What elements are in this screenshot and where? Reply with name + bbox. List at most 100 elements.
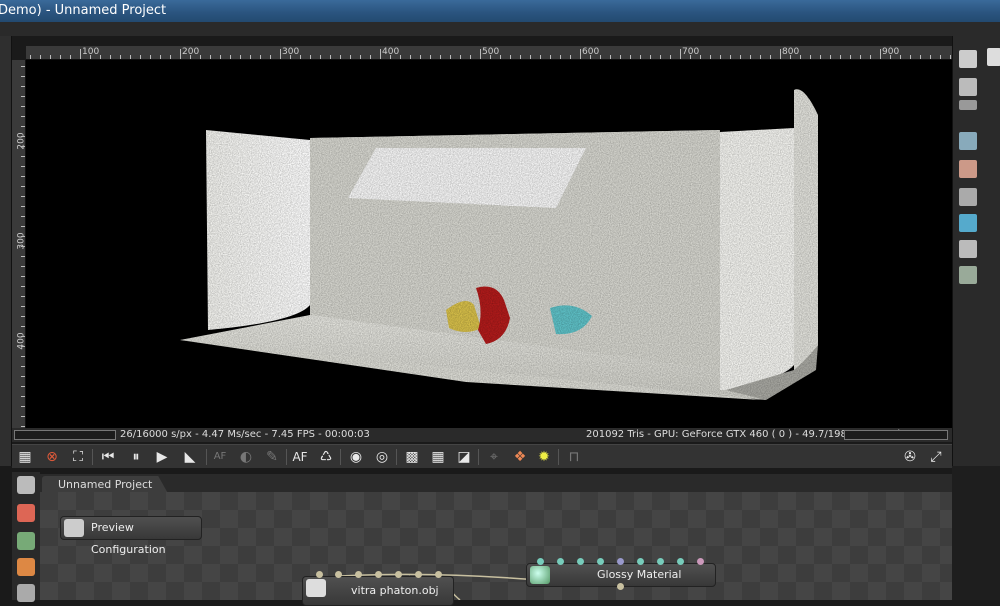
ruler-tick — [760, 55, 761, 59]
input-pin[interactable] — [415, 571, 422, 578]
ruler-tick — [21, 176, 25, 177]
input-pin[interactable] — [617, 558, 624, 565]
ruler-tick — [810, 55, 811, 59]
ruler-tick — [860, 55, 861, 59]
focus-picker-icon[interactable]: ◣ — [180, 447, 200, 467]
ruler-tick — [210, 55, 211, 59]
graph-delete-icon[interactable] — [17, 504, 35, 522]
viewer-icon[interactable] — [987, 48, 1000, 66]
input-pin[interactable] — [316, 571, 323, 578]
ruler-tick — [500, 55, 501, 59]
render-viewport[interactable] — [26, 60, 952, 428]
node-label: Preview Configuration — [91, 521, 166, 556]
ruler-tick — [330, 55, 331, 59]
ruler-tick — [380, 49, 381, 59]
render-mode-checker-icon[interactable]: ▦ — [428, 447, 448, 467]
graph-arrange-icon[interactable] — [17, 476, 35, 494]
autofocus-button[interactable]: AF — [290, 447, 310, 467]
camera-pick-icon[interactable]: ♺ — [316, 447, 336, 467]
settings-wrench-icon[interactable]: ✇ — [900, 447, 920, 467]
ruler-tick — [770, 55, 771, 59]
node-label: vitra phaton.obj — [351, 584, 439, 597]
camera-icon[interactable] — [959, 160, 977, 178]
layers-icon[interactable] — [959, 78, 977, 96]
film-icon[interactable] — [959, 188, 977, 206]
input-pin[interactable] — [375, 571, 382, 578]
input-pin[interactable] — [657, 558, 664, 565]
input-pin[interactable] — [537, 558, 544, 565]
render-settings-icon[interactable] — [959, 50, 977, 68]
save-image-icon[interactable]: ▦ — [15, 447, 35, 467]
ruler-tick — [580, 49, 581, 59]
color-picker-icon[interactable]: ❖ — [510, 447, 530, 467]
ruler-tick — [690, 55, 691, 59]
mountain-icon[interactable] — [959, 240, 977, 258]
ruler-tick — [21, 76, 25, 77]
environment-icon[interactable] — [959, 214, 977, 232]
output-pin[interactable] — [617, 583, 624, 590]
graph-import-icon[interactable] — [17, 558, 35, 576]
material-picker-icon[interactable]: ✎ — [262, 447, 282, 467]
input-pin[interactable] — [597, 558, 604, 565]
window-title: Demo) - Unnamed Project — [0, 3, 167, 18]
mesh-object-node[interactable]: vitra phaton.obj — [302, 576, 454, 606]
pause-render-icon[interactable]: ⏸ — [126, 447, 146, 467]
clear-render-icon[interactable]: ⊗ — [42, 447, 62, 467]
preview-configuration-node[interactable]: Preview Configuration — [60, 516, 202, 556]
input-pin[interactable] — [355, 571, 362, 578]
toolbar-separator — [478, 449, 479, 465]
ruler-tick — [800, 55, 801, 59]
ruler-tick — [50, 55, 51, 59]
ruler-tick — [21, 296, 25, 297]
input-pin[interactable] — [435, 571, 442, 578]
pick-object-icon[interactable]: ⌖ — [484, 447, 504, 467]
node-graph-editor[interactable]: Preview Configuration Glossy Material vi… — [40, 492, 952, 606]
input-pin[interactable] — [557, 558, 564, 565]
start-render-icon[interactable]: ▶ — [152, 447, 172, 467]
ruler-tick — [350, 55, 351, 59]
unlock-render-icon[interactable]: ◎ — [372, 447, 392, 467]
input-pin[interactable] — [697, 558, 704, 565]
ruler-tick — [880, 49, 881, 59]
toolbar-separator — [206, 449, 207, 465]
graph-add-icon[interactable] — [17, 532, 35, 550]
graph-link-icon[interactable] — [17, 584, 35, 602]
postprocess-icon[interactable] — [959, 266, 977, 284]
white-balance-icon[interactable]: ◐ — [236, 447, 256, 467]
ruler-tick — [740, 55, 741, 59]
ruler-tick — [21, 166, 25, 167]
ruler-tick — [650, 55, 651, 59]
ruler-tick — [190, 55, 191, 59]
ruler-tick — [840, 55, 841, 59]
ruler-tick — [540, 55, 541, 59]
input-pin[interactable] — [395, 571, 402, 578]
ruler-tick — [170, 55, 171, 59]
input-pin[interactable] — [577, 558, 584, 565]
ruler-tick — [21, 116, 25, 117]
restart-render-icon[interactable]: ⏮ — [98, 447, 118, 467]
stack-icon[interactable] — [959, 100, 977, 110]
ruler-tick — [420, 55, 421, 59]
input-pin[interactable] — [677, 558, 684, 565]
ruler-tick — [21, 366, 25, 367]
ruler-tick — [21, 256, 25, 257]
graph-side-panel — [952, 466, 1000, 600]
region-render-icon[interactable]: ⛶ — [68, 447, 88, 467]
input-pin[interactable] — [637, 558, 644, 565]
fullscreen-icon[interactable]: ⤢ — [926, 447, 946, 467]
ruler-tick — [700, 55, 701, 59]
lock-render-icon[interactable]: ◉ — [346, 447, 366, 467]
light-picker-icon[interactable]: ✹ — [534, 447, 554, 467]
ruler-tick — [850, 55, 851, 59]
ruler-tick — [790, 55, 791, 59]
render-mode-solid-icon[interactable]: ▩ — [402, 447, 422, 467]
image-icon[interactable] — [959, 132, 977, 150]
lock-icon[interactable]: ⊓ — [564, 447, 584, 467]
ruler-tick — [220, 55, 221, 59]
input-pin[interactable] — [335, 571, 342, 578]
af-dim-icon[interactable]: AF — [210, 447, 230, 467]
ruler-tick — [680, 49, 681, 59]
ruler-tick — [21, 106, 25, 107]
ruler-tick — [440, 55, 441, 59]
render-mode-alpha-icon[interactable]: ◪ — [454, 447, 474, 467]
